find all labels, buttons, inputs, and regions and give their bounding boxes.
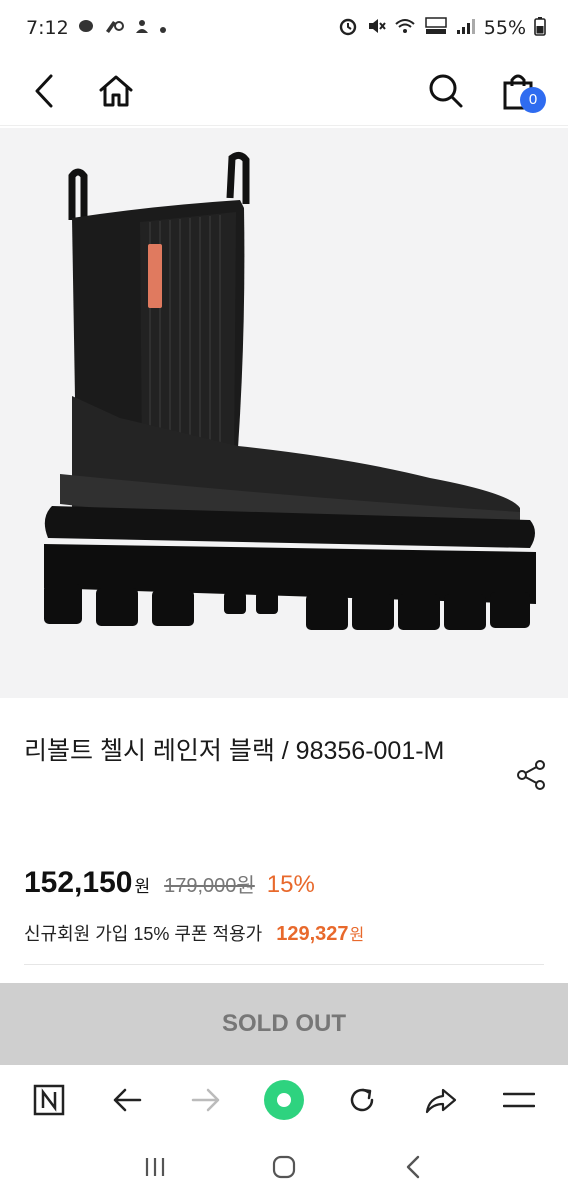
dot-icon	[159, 17, 167, 39]
reload-button[interactable]	[337, 1075, 387, 1125]
browser-toolbar	[0, 1066, 568, 1134]
sold-out-button[interactable]: SOLD OUT	[0, 983, 568, 1065]
chevron-left-icon	[35, 74, 53, 107]
recent-apps-icon	[145, 1158, 164, 1176]
notification-icon	[133, 17, 151, 40]
volte-icon	[424, 16, 448, 41]
mute-icon	[366, 16, 386, 41]
original-price: 179,000원	[164, 875, 255, 897]
browser-back-button[interactable]	[102, 1075, 152, 1125]
cart-button[interactable]: 0	[496, 69, 546, 113]
share-icon	[517, 760, 545, 790]
status-left: 7:12	[26, 17, 167, 40]
system-navigation	[0, 1134, 568, 1200]
price-row: 152,150 원 179,000원 15%	[24, 866, 315, 900]
status-time: 7:12	[26, 17, 69, 39]
sale-price: 152,150	[24, 866, 133, 899]
browser-share-button[interactable]	[416, 1075, 466, 1125]
boot-illustration	[44, 151, 536, 630]
status-right: 55%	[338, 16, 546, 41]
coupon-row: 신규회원 가입 15% 쿠폰 적용가 129,327 원	[24, 920, 364, 946]
arrow-right-icon	[191, 1088, 219, 1112]
signal-icon	[456, 17, 476, 40]
status-bar: 7:12 55%	[0, 0, 568, 56]
brand-tag	[148, 244, 162, 308]
arrow-left-icon	[114, 1088, 142, 1112]
share-arrow-icon	[425, 1088, 456, 1114]
nav-right: 0	[424, 69, 546, 113]
divider	[24, 964, 544, 965]
battery-icon	[534, 16, 546, 41]
search-button[interactable]	[424, 69, 468, 113]
coupon-price-unit: 원	[349, 927, 365, 944]
coupon-price: 129,327	[276, 923, 349, 945]
share-button[interactable]	[510, 754, 552, 796]
home-dot-icon	[263, 1080, 304, 1120]
system-back-button[interactable]	[391, 1145, 435, 1189]
home-button[interactable]	[94, 69, 138, 113]
hamburger-menu-icon	[502, 1092, 535, 1108]
product-title: 리볼트 첼시 레인저 블랙 / 98356-001-M	[24, 737, 445, 765]
home-icon	[99, 75, 133, 106]
cart-count-badge: 0	[520, 86, 546, 113]
coupon-label: 신규회원 가입 15% 쿠폰 적용가	[24, 924, 263, 944]
discount-rate: 15%	[266, 871, 315, 898]
menu-button[interactable]	[494, 1075, 544, 1125]
naver-n-icon	[33, 1084, 65, 1116]
naver-button[interactable]	[24, 1075, 74, 1125]
nav-left	[22, 69, 138, 113]
wifi-icon	[394, 17, 416, 40]
browser-home-button[interactable]	[259, 1075, 309, 1125]
vpn-key-icon	[103, 17, 125, 40]
recent-apps-button[interactable]	[133, 1145, 177, 1189]
back-button[interactable]	[22, 69, 66, 113]
battery-level: 55%	[483, 17, 526, 39]
system-home-button[interactable]	[262, 1145, 306, 1189]
sale-price-unit: 원	[134, 877, 151, 896]
browser-forward-button[interactable]	[181, 1075, 231, 1125]
system-back-chevron-icon	[407, 1155, 420, 1179]
rounded-square-home-icon	[272, 1155, 296, 1179]
search-icon	[429, 74, 463, 107]
chat-icon	[77, 17, 95, 40]
alarm-icon	[338, 16, 358, 41]
product-image[interactable]	[0, 128, 568, 698]
reload-icon	[351, 1088, 374, 1112]
top-navigation: 0	[0, 56, 568, 126]
